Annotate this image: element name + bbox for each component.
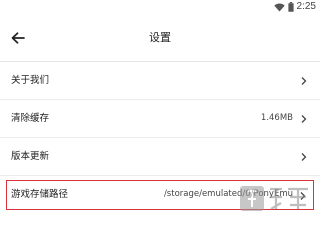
storage-path-value: /storage/emulated/0/PonyEmu [163,189,293,199]
cache-size-value: 1.46MB [260,113,293,123]
arrow-left-icon [11,29,25,48]
chevron-right-icon [300,152,308,162]
chevron-right-icon [299,191,307,201]
settings-item-version-update[interactable]: 版本更新 [0,138,320,176]
settings-item-about-us[interactable]: 关于我们 [0,62,320,100]
settings-item-label: 关于我们 [11,75,50,86]
settings-list: 关于我们 清除缓存 1.46MB 版本更新 游戏存储路径 /storage/em… [0,62,320,210]
chevron-right-icon [300,76,308,86]
chevron-right-icon [300,114,308,124]
status-bar: 2:25 [0,0,320,14]
wifi-icon [273,3,285,12]
back-button[interactable] [6,26,30,50]
battery-icon [287,2,294,12]
settings-item-label: 清除缓存 [11,113,50,124]
settings-item-game-storage-path[interactable]: 游戏存储路径 /storage/emulated/0/PonyEmu [6,180,314,210]
page-title: 设置 [149,31,171,44]
status-icons: 2:25 [273,1,316,13]
settings-item-label: 版本更新 [11,151,50,162]
status-time: 2:25 [296,1,316,12]
app-bar: 设置 [0,14,320,62]
settings-item-label: 游戏存储路径 [11,189,69,200]
settings-item-clear-cache[interactable]: 清除缓存 1.46MB [0,100,320,138]
